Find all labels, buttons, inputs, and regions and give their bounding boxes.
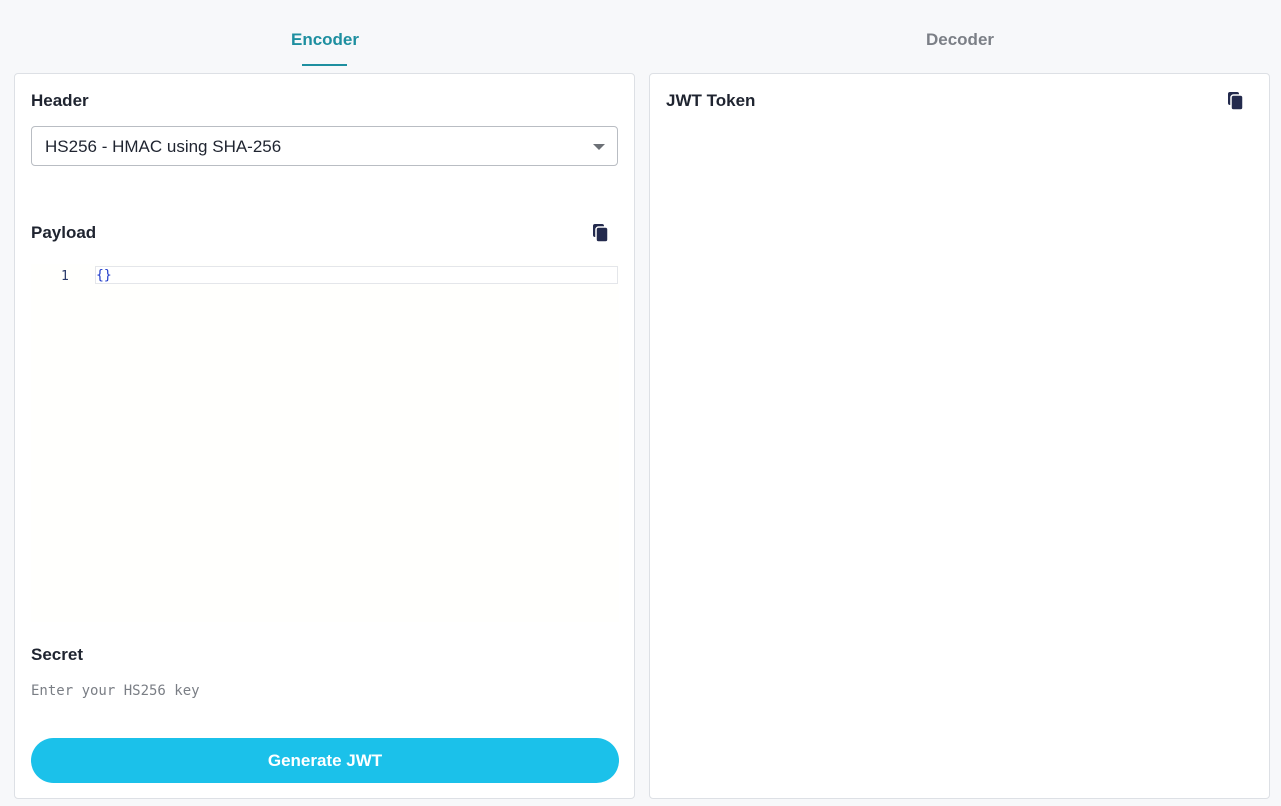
tab-encoder[interactable]: Encoder: [260, 30, 390, 50]
code-line[interactable]: {}: [95, 266, 618, 284]
header-title: Header: [31, 91, 89, 110]
chevron-down-icon: [593, 144, 605, 150]
payload-title: Payload: [31, 223, 97, 242]
secret-title: Secret: [31, 645, 83, 664]
jwt-token-output[interactable]: [666, 134, 1254, 774]
tab-decoder[interactable]: Decoder: [895, 30, 1025, 50]
active-tab-indicator: [302, 64, 347, 66]
jwt-token-panel: JWT Token: [649, 73, 1270, 799]
secret-input[interactable]: [31, 678, 619, 704]
copy-payload-icon[interactable]: [592, 223, 610, 243]
line-number: 1: [61, 269, 69, 284]
algorithm-select[interactable]: HS256 - HMAC using SHA-256: [31, 126, 618, 166]
copy-token-icon[interactable]: [1227, 91, 1245, 111]
tab-bar: Encoder Decoder: [0, 0, 1281, 72]
generate-jwt-button[interactable]: Generate JWT: [31, 738, 619, 783]
jwt-token-title: JWT Token: [666, 91, 756, 110]
algorithm-select-value: HS256 - HMAC using SHA-256: [45, 137, 282, 156]
encoder-panel: Header HS256 - HMAC using SHA-256 Payloa…: [14, 73, 635, 799]
payload-editor[interactable]: 1 {}: [31, 264, 619, 622]
